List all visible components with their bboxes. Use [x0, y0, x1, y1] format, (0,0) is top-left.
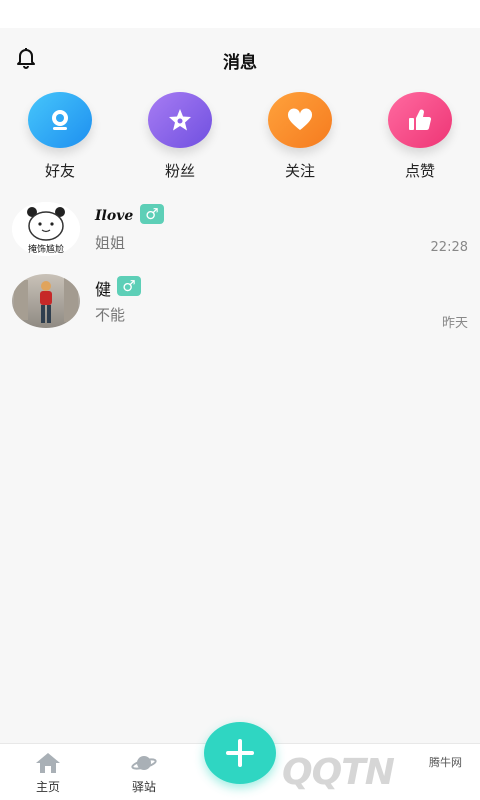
message-time: 22:28 — [430, 240, 468, 255]
avatar-caption: 掩饰尴尬 — [27, 245, 64, 255]
add-button[interactable] — [204, 722, 276, 784]
quick-action-fans[interactable]: 粉丝 — [135, 92, 225, 181]
male-gender-badge: ♂ — [117, 276, 141, 296]
male-gender-badge: ♂ — [140, 204, 164, 224]
watermark: QQTN 腾牛网 — [282, 748, 480, 800]
star-icon — [148, 92, 212, 148]
message-item[interactable]: 掩饰尴尬 Ilove ♂ 姐姐 22:28 — [0, 202, 480, 264]
message-time: 昨天 — [441, 316, 468, 331]
user-icon — [28, 92, 92, 148]
quick-actions: 好友 粉丝 关注 点赞 — [0, 92, 480, 182]
contact-name: 健 — [95, 280, 112, 299]
home-icon — [35, 752, 61, 774]
tab-label: 驿站 — [131, 780, 156, 794]
watermark-site: 腾牛网 — [429, 756, 462, 769]
status-bar — [0, 0, 480, 28]
message-preview: 不能 — [95, 306, 126, 324]
quick-action-follow[interactable]: 关注 — [255, 92, 345, 181]
heart-icon — [268, 92, 332, 148]
thumbs-up-icon — [388, 92, 452, 148]
quick-action-label: 点赞 — [404, 162, 435, 180]
tab-home[interactable]: 主页 — [13, 752, 83, 795]
quick-action-label: 关注 — [284, 162, 315, 180]
page-title: 消息 — [223, 53, 257, 73]
planet-icon — [131, 752, 157, 774]
message-item[interactable]: 健 ♂ 不能 昨天 — [0, 274, 480, 336]
quick-action-likes[interactable]: 点赞 — [375, 92, 465, 181]
quick-action-label: 好友 — [44, 162, 75, 180]
contact-name: Ilove — [95, 208, 134, 224]
avatar — [12, 274, 80, 328]
watermark-logo: QQTN — [282, 752, 395, 793]
message-preview: 姐姐 — [95, 234, 126, 252]
quick-action-friends[interactable]: 好友 — [15, 92, 105, 181]
quick-action-label: 粉丝 — [164, 162, 195, 180]
tab-station[interactable]: 驿站 — [109, 752, 179, 795]
header: 消息 — [0, 28, 480, 88]
tab-label: 主页 — [35, 780, 60, 794]
avatar: 掩饰尴尬 — [12, 202, 80, 256]
